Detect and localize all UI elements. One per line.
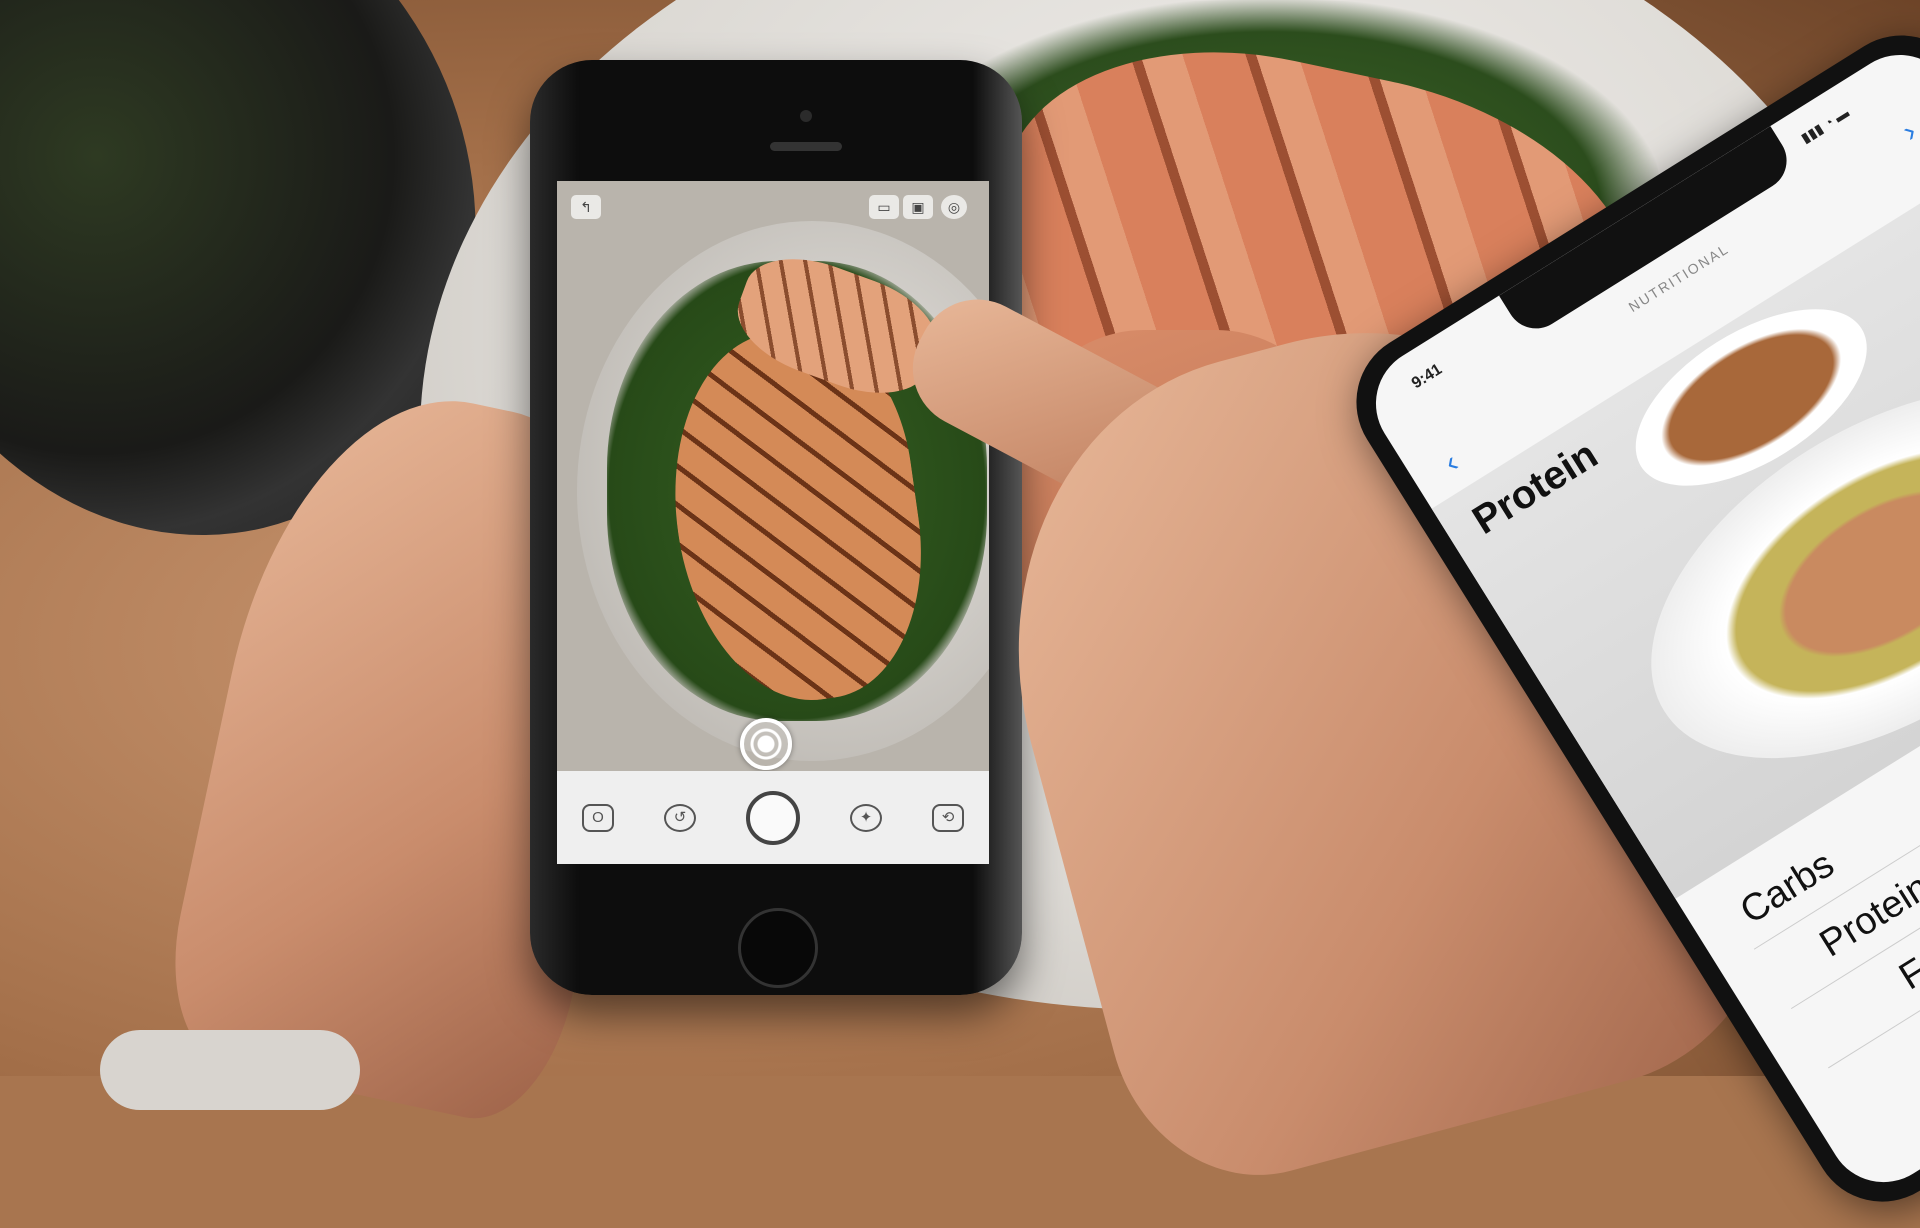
- timer-icon[interactable]: ↺: [664, 803, 696, 832]
- back-icon[interactable]: ↰: [571, 195, 601, 219]
- home-button[interactable]: [738, 908, 818, 988]
- sleeve: [100, 1030, 360, 1110]
- camera-toolbar: O ↺ ✦ ⟲: [557, 771, 989, 864]
- camera-screen: ↰ ▭ ▣ ◎ O ↺ ✦ ⟲: [557, 181, 989, 864]
- front-camera: [800, 110, 812, 122]
- status-time: 9:41: [1408, 360, 1446, 393]
- flash-icon[interactable]: ✦: [850, 803, 882, 832]
- camera-phone: ↰ ▭ ▣ ◎ O ↺ ✦ ⟲: [530, 60, 1022, 995]
- signal-battery-icon: ▮▮▮ ◔ ▬: [1797, 104, 1852, 146]
- shutter-button[interactable]: [746, 790, 800, 845]
- aspect-icon[interactable]: ▭: [869, 195, 899, 219]
- chevron-left-icon[interactable]: ‹: [1438, 446, 1464, 480]
- settings-icon[interactable]: ◎: [941, 195, 967, 219]
- flip-camera-icon[interactable]: ⟲: [932, 803, 964, 832]
- hdr-icon[interactable]: ▣: [903, 195, 933, 219]
- hero-title: Protein: [1465, 432, 1606, 543]
- speaker-grille: [770, 142, 842, 151]
- focus-shutter-button[interactable]: [740, 718, 792, 770]
- camera-viewfinder[interactable]: ↰ ▭ ▣ ◎: [557, 181, 989, 771]
- photo-icon[interactable]: O: [582, 803, 614, 832]
